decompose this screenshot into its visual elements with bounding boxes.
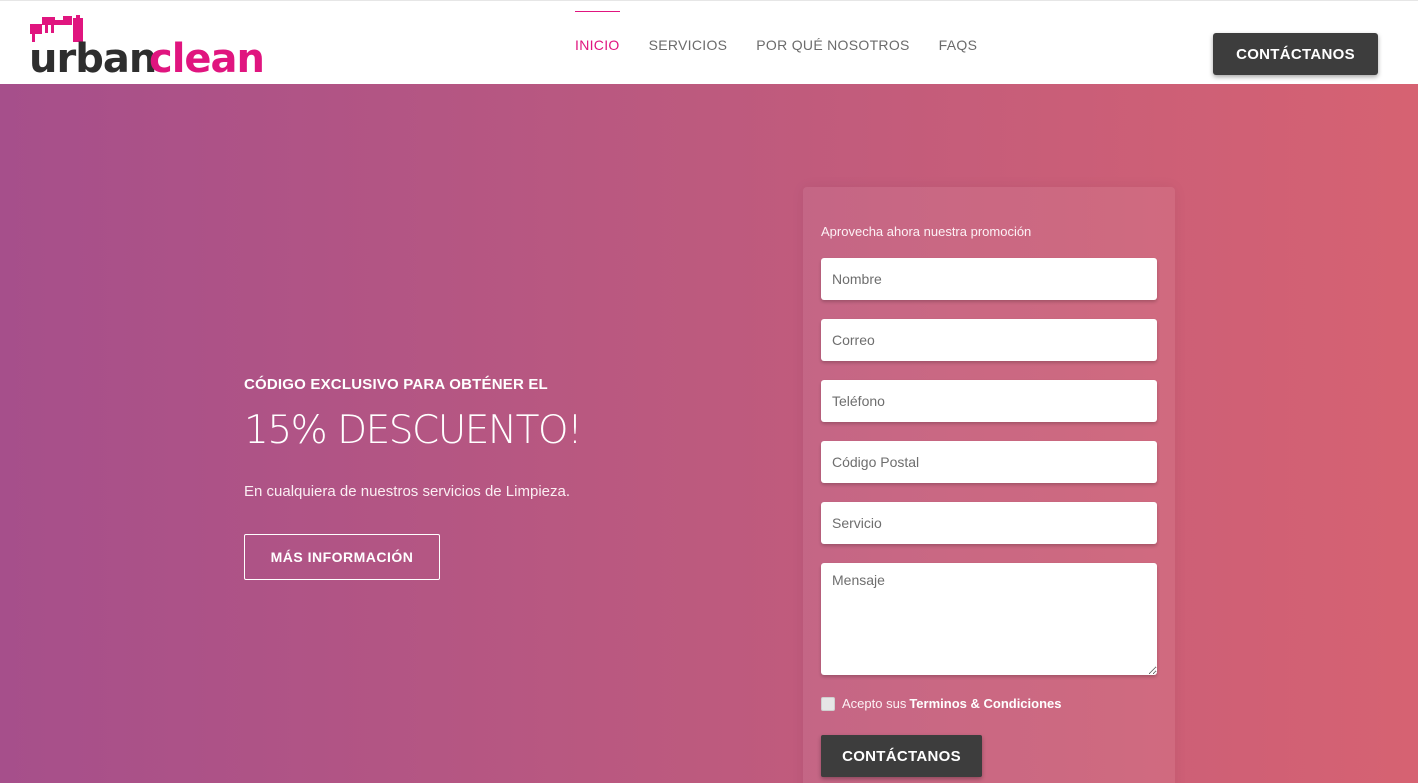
service-input[interactable] bbox=[821, 502, 1157, 544]
message-textarea[interactable] bbox=[821, 563, 1157, 675]
header-contact-button[interactable]: CONTÁCTANOS bbox=[1213, 33, 1378, 75]
nav-item-inicio[interactable]: INICIO bbox=[575, 1, 620, 85]
site-header: urban clean INICIO SERVICIOS POR QUÉ NOS… bbox=[0, 0, 1418, 84]
nav-item-servicios[interactable]: SERVICIOS bbox=[649, 1, 728, 85]
form-title: Aprovecha ahora nuestra promoción bbox=[821, 224, 1032, 239]
terms-prefix: Acepto sus bbox=[842, 696, 907, 711]
name-input[interactable] bbox=[821, 258, 1157, 300]
urbanclean-logo[interactable]: urban clean bbox=[29, 15, 291, 77]
promo-headline: 15% DESCUENTO! bbox=[244, 408, 583, 453]
promo-eyebrow: CÓDIGO EXCLUSIVO PARA OBTÉNER EL bbox=[244, 376, 548, 393]
terms-checkbox[interactable] bbox=[821, 696, 835, 711]
promo-contact-form: Aprovecha ahora nuestra promoción Acepto… bbox=[803, 187, 1175, 783]
email-input[interactable] bbox=[821, 319, 1157, 361]
phone-input[interactable] bbox=[821, 380, 1157, 422]
nav-item-por-que-nosotros[interactable]: POR QUÉ NOSOTROS bbox=[756, 1, 909, 85]
svg-text:urban: urban bbox=[29, 36, 156, 77]
nav-item-faqs[interactable]: FAQS bbox=[939, 1, 978, 85]
terms-row: Acepto sus Terminos & Condiciones bbox=[821, 696, 1062, 711]
promo-block: CÓDIGO EXCLUSIVO PARA OBTÉNER EL 15% DES… bbox=[244, 376, 704, 580]
svg-text:clean: clean bbox=[149, 36, 264, 77]
form-submit-button[interactable]: CONTÁCTANOS bbox=[821, 735, 982, 777]
promo-description: En cualquiera de nuestros servicios de L… bbox=[244, 483, 571, 500]
main-nav: INICIO SERVICIOS POR QUÉ NOSOTROS FAQS bbox=[575, 1, 1006, 85]
terms-link[interactable]: Terminos & Condiciones bbox=[909, 696, 1061, 711]
more-info-button[interactable]: MÁS INFORMACIÓN bbox=[244, 534, 440, 580]
hero-section: CÓDIGO EXCLUSIVO PARA OBTÉNER EL 15% DES… bbox=[0, 84, 1418, 783]
postal-code-input[interactable] bbox=[821, 441, 1157, 483]
